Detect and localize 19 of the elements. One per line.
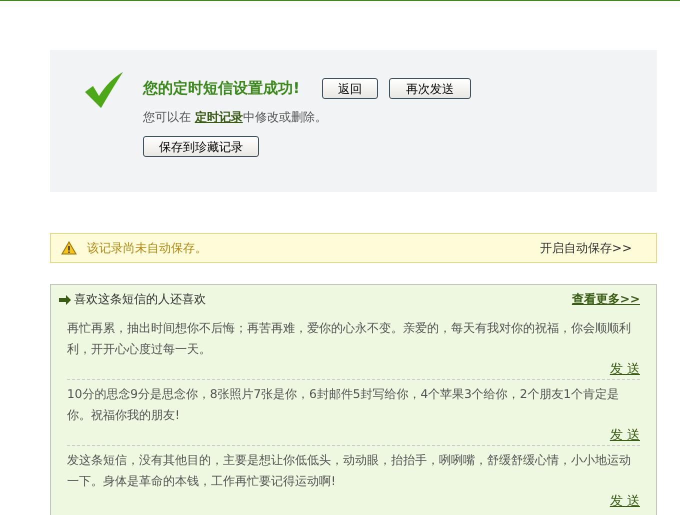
message-text: 再忙再累，抽出时间想你不后悔；再苦再难，爱你的心永不变。亲爱的，每天有我对你的祝福，你会顺顺利利，开开心心度过每一天。	[67, 320, 632, 358]
message-text: 发这条短信，没有其他目的，主要是想让你低低头，动动眼，抬抬手，咧咧嘴，舒缓舒缓心情，小小地运动一下。身体是革命的本钱，工作再忙要记得运动啊!	[67, 452, 632, 490]
action-button[interactable]: 再次发送	[388, 78, 471, 99]
send-link[interactable]: 发 送	[610, 428, 640, 443]
send-link[interactable]: 发 送	[610, 494, 640, 509]
edit-note: 您可以在 定时记录中修改或删除。	[143, 109, 328, 126]
success-title: 您的定时短信设置成功!	[143, 79, 300, 98]
message-text: 10分的思念9分是思念你，8张照片7张是你，6封邮件5封写给你，4个苹果3个给你，2个朋友1个肯定是你。祝福你我的朋友!	[67, 386, 620, 424]
action-button[interactable]: 返回	[322, 78, 378, 99]
warning-icon	[61, 241, 77, 255]
warning-message: 该记录尚未自动保存。	[87, 240, 208, 256]
arrow-icon	[59, 294, 71, 304]
schedule-link[interactable]: 定时记录	[194, 110, 243, 124]
send-link[interactable]: 发 送	[610, 362, 640, 377]
check-icon	[83, 70, 125, 110]
section-title: 喜欢这条短信的人还喜欢	[74, 291, 207, 308]
save-button[interactable]: 保存到珍藏记录	[143, 136, 259, 157]
more-link[interactable]: 查看更多>>	[572, 291, 640, 308]
auto-save-link[interactable]: 开启自动保存>>	[540, 240, 632, 256]
